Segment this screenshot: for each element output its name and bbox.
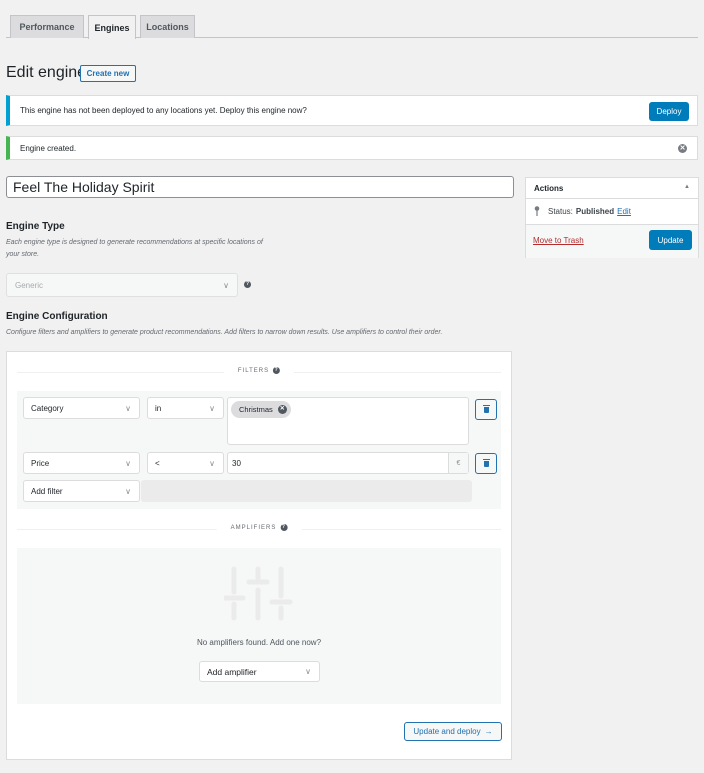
engine-type-select[interactable]: Generic ∨ [6, 273, 238, 297]
filter-tags-input[interactable]: Christmas ✕ [227, 397, 469, 445]
filter-attribute-value: Price [31, 458, 50, 468]
tag-label: Christmas [239, 405, 273, 414]
create-new-button[interactable]: Create new [80, 65, 136, 82]
actions-box: Actions ▲ Status: Published Edit Move to… [525, 177, 699, 258]
filter-attribute-select[interactable]: Price ∨ [23, 452, 140, 474]
engine-type-heading: Engine Type [6, 221, 65, 232]
chevron-down-icon: ∨ [223, 280, 229, 290]
filter-operator-value: in [155, 403, 162, 413]
actions-footer: Move to Trash Update [526, 224, 698, 258]
delete-filter-button[interactable] [475, 453, 497, 474]
add-filter-label: Add filter [31, 486, 63, 496]
edit-status-link[interactable]: Edit [617, 207, 631, 216]
engine-config-heading: Engine Configuration [6, 311, 108, 322]
success-notice: Engine created. ✕ [6, 136, 698, 160]
tab-performance[interactable]: Performance [10, 15, 84, 38]
engine-title-input[interactable] [6, 176, 514, 198]
sliders-icon [224, 566, 293, 621]
filters-area: Category ∨ in ∨ Christmas ✕ Price ∨ < ∨ … [17, 391, 501, 509]
add-amplifier-label: Add amplifier [207, 666, 257, 677]
deploy-button[interactable]: Deploy [649, 102, 689, 121]
chevron-down-icon: ∨ [305, 667, 311, 676]
chevron-down-icon: ∨ [125, 458, 131, 468]
amplifiers-empty-text: No amplifiers found. Add one now? [196, 638, 322, 647]
move-to-trash-link[interactable]: Move to Trash [533, 236, 584, 245]
filter-value: 30 [232, 458, 241, 468]
filters-label: FILTERS [237, 367, 270, 374]
nav-tabs: Performance Engines Locations [6, 15, 698, 39]
add-filter-placeholder [141, 480, 472, 502]
tag-chip: Christmas ✕ [231, 401, 291, 418]
tab-locations[interactable]: Locations [140, 15, 195, 38]
filters-divider: FILTERS ? [17, 367, 501, 374]
actions-title: Actions [534, 183, 564, 193]
filter-attribute-value: Category [31, 403, 64, 413]
currency-suffix: € [448, 453, 468, 473]
help-icon[interactable]: ? [280, 524, 288, 531]
collapse-toggle-icon[interactable]: ▲ [684, 184, 690, 190]
filter-operator-select[interactable]: < ∨ [147, 452, 224, 474]
success-notice-text: Engine created. [20, 143, 77, 153]
help-icon[interactable]: ? [244, 281, 251, 288]
add-amplifier-select[interactable]: Add amplifier ∨ [199, 661, 320, 682]
deploy-notice: This engine has not been deployed to any… [6, 95, 698, 126]
filter-operator-value: < [155, 458, 160, 468]
chevron-down-icon: ∨ [209, 403, 215, 413]
engine-config-description: Configure filters and amplifiers to gene… [6, 329, 443, 336]
actions-header[interactable]: Actions ▲ [526, 178, 698, 199]
dismiss-icon[interactable]: ✕ [678, 144, 687, 153]
filter-value-input[interactable]: 30 € [227, 452, 469, 474]
amplifiers-divider: AMPLIFIERS ? [17, 524, 501, 531]
page-title: Edit engine [6, 64, 87, 81]
status-value: Published [575, 207, 615, 216]
update-and-deploy-label: Update and deploy [413, 727, 481, 736]
remove-tag-icon[interactable]: ✕ [277, 405, 287, 414]
engine-type-value: Generic [15, 280, 44, 290]
deploy-notice-text: This engine has not been deployed to any… [20, 106, 307, 115]
filter-operator-select[interactable]: in ∨ [147, 397, 224, 419]
trash-icon [482, 404, 490, 413]
amplifiers-area: No amplifiers found. Add one now? Add am… [17, 548, 501, 704]
add-filter-select[interactable]: Add filter ∨ [23, 480, 140, 502]
tab-engines[interactable]: Engines [88, 15, 136, 39]
status-label: Status: [548, 207, 573, 216]
update-and-deploy-button[interactable]: Update and deploy → [404, 722, 502, 741]
chevron-down-icon: ∨ [209, 458, 215, 468]
pin-icon [534, 205, 540, 218]
filter-attribute-select[interactable]: Category ∨ [23, 397, 140, 419]
engine-type-description: Each engine type is designed to generate… [6, 239, 263, 258]
help-icon[interactable]: ? [273, 367, 281, 374]
update-button[interactable]: Update [649, 230, 692, 250]
chevron-down-icon: ∨ [125, 486, 131, 496]
trash-icon [482, 458, 490, 467]
arrow-right-icon: → [484, 727, 493, 736]
amplifiers-label: AMPLIFIERS [230, 524, 277, 531]
delete-filter-button[interactable] [475, 399, 497, 420]
engine-config-panel: FILTERS ? Category ∨ in ∨ Christmas ✕ Pr… [6, 351, 512, 760]
chevron-down-icon: ∨ [125, 403, 131, 413]
status-row: Status: Published Edit [526, 199, 698, 224]
